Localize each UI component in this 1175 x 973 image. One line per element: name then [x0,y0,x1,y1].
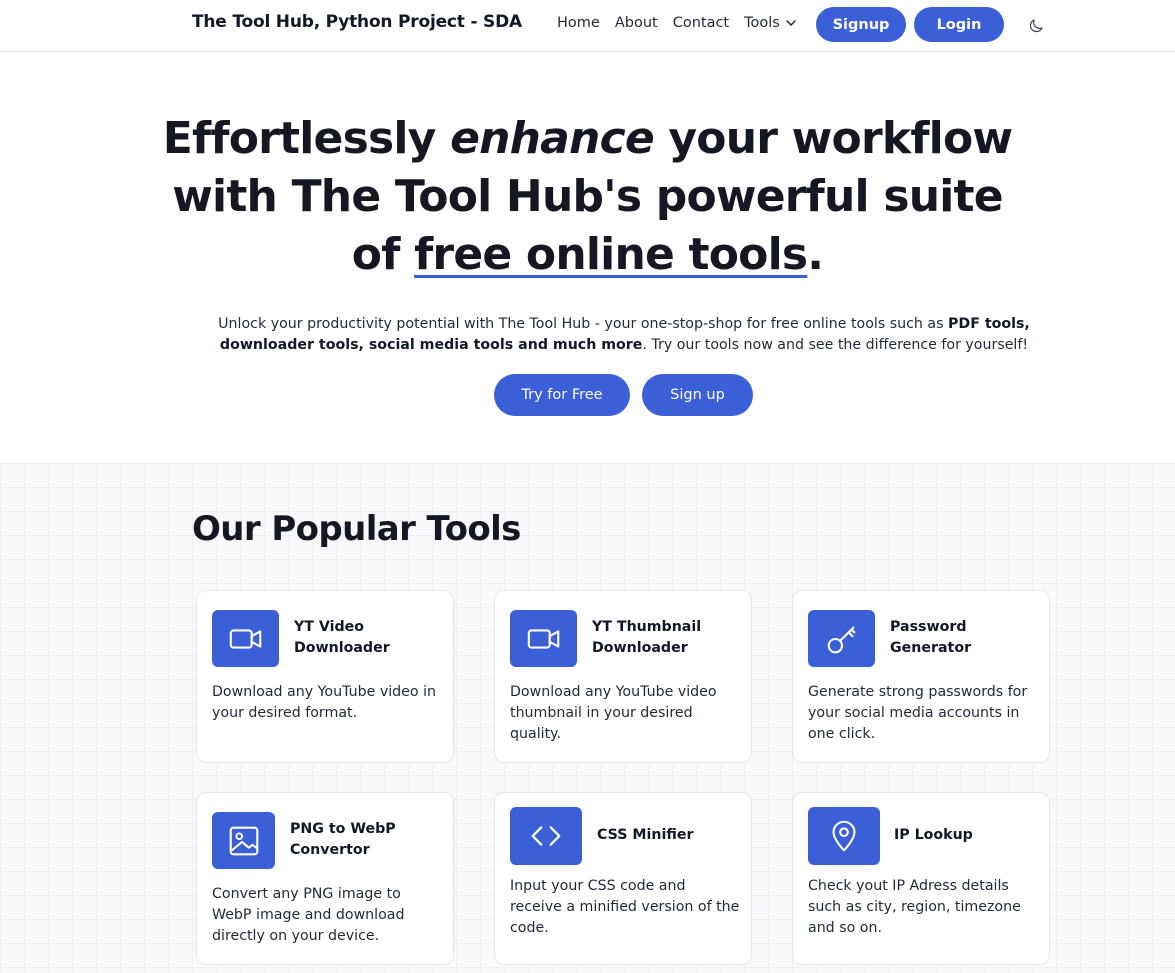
nav-links: Home About Contact Tools [557,15,796,31]
moon-icon[interactable] [1027,17,1045,35]
nav-tools-dropdown[interactable]: Tools [744,15,796,31]
nav-link-home[interactable]: Home [557,15,600,31]
tool-card-desc: Check yout IP Adress details such as cit… [808,878,1021,936]
brand-title[interactable]: The Tool Hub, Python Project - SDA [192,12,522,32]
location-pin-icon [808,807,880,865]
video-camera-icon [212,610,279,667]
tool-card-desc: Download any YouTube video thumbnail in … [510,684,717,742]
video-camera-icon [510,610,577,667]
tool-card-title: PNG to WebP Convertor [290,821,396,858]
code-icon [510,807,582,865]
tool-card-password-generator[interactable]: Password Generator Generate strong passw… [792,590,1050,763]
hero-title-end: . [807,229,824,280]
tool-card-yt-thumbnail-downloader[interactable]: YT Thumbnail Downloader Download any You… [494,590,752,763]
hero-title: Effortlessly enhance your workflow with … [150,110,1025,284]
tool-card-title: YT Thumbnail Downloader [592,619,702,656]
tools-heading: Our Popular Tools [192,509,521,549]
key-icon [808,610,875,667]
tool-card-png-to-webp[interactable]: PNG to WebP Convertor Convert any PNG im… [196,792,454,965]
hero-title-part1: Effortlessly [162,113,451,164]
nav-link-contact[interactable]: Contact [673,15,729,31]
hero-sub-bold1: PDF tools, [948,316,1030,332]
tool-card-desc: Download any YouTube video in your desir… [212,684,437,721]
chevron-down-icon [786,20,796,27]
tool-card-title: Password Generator [890,619,972,656]
hero-sub-part2: . Try our tools now and see the differen… [642,337,1029,353]
hero-title-underlined: free online tools [414,229,808,280]
hero-title-emphasis: enhance [450,113,655,164]
tool-card-yt-video-downloader[interactable]: YT Video Downloader Download any YouTube… [196,590,454,763]
hero-signup-button[interactable]: Sign up [642,374,753,416]
tool-card-css-minifier[interactable]: CSS Minifier Input your CSS code and rec… [494,792,752,965]
tool-card-title: YT Video Downloader [294,619,390,656]
image-icon [212,812,275,869]
tool-card-ip-lookup[interactable]: IP Lookup Check yout IP Adress details s… [792,792,1050,965]
signup-button[interactable]: Signup [816,7,906,42]
tool-card-desc: Convert any PNG image to WebP image and … [212,886,405,944]
hero-subtitle: Unlock your productivity potential with … [180,314,1068,356]
tool-card-desc: Input your CSS code and receive a minifi… [510,878,740,936]
hero-sub-bold2: downloader tools, social media tools and… [219,337,643,353]
hero-sub-part1: Unlock your productivity potential with … [218,316,949,332]
nav-tools-label: Tools [744,15,780,31]
login-button[interactable]: Login [914,7,1004,42]
navbar: The Tool Hub, Python Project - SDA Home … [0,0,1175,52]
tool-card-title: CSS Minifier [597,827,694,843]
tool-card-title: IP Lookup [894,827,973,843]
nav-link-about[interactable]: About [615,15,658,31]
try-for-free-button[interactable]: Try for Free [494,374,630,416]
tool-card-desc: Generate strong passwords for your socia… [808,684,1028,742]
